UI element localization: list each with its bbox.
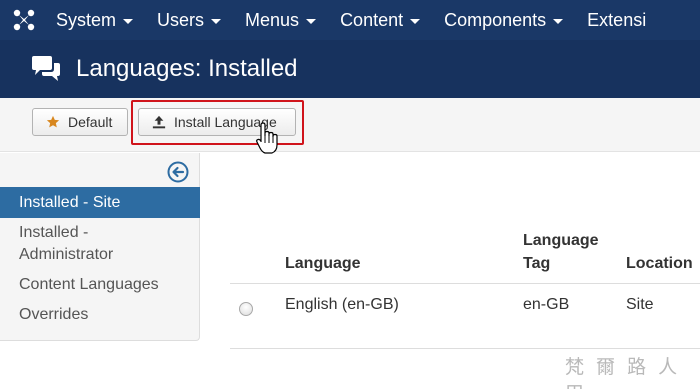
page-title: Languages: Installed bbox=[76, 55, 298, 82]
caret-down-icon bbox=[211, 18, 222, 24]
watermark: 梵 爾 路 人 甲 bbox=[565, 356, 681, 389]
default-button[interactable]: Default bbox=[32, 108, 128, 136]
nav-menu-users[interactable]: Users bbox=[145, 0, 233, 40]
sidebar-item-overrides[interactable]: Overrides bbox=[0, 300, 200, 330]
nav-menu-label: Content bbox=[340, 9, 404, 30]
sidebar-item-installed-administrator[interactable]: Installed - Administrator bbox=[0, 218, 200, 270]
sidebar-list: Installed - Site Installed - Administrat… bbox=[0, 187, 200, 330]
nav-menu-label: Menus bbox=[245, 9, 300, 30]
nav-menu-label: Components bbox=[444, 9, 547, 30]
sidebar: Installed - Site Installed - Administrat… bbox=[0, 153, 200, 341]
sidebar-item-label: Administrator bbox=[19, 246, 114, 263]
caret-down-icon bbox=[553, 18, 564, 24]
sidebar-item-label: Installed - Site bbox=[19, 194, 121, 211]
column-header-location[interactable]: Location bbox=[626, 252, 693, 275]
nav-menu-label: Users bbox=[157, 9, 205, 30]
arrow-left-circle-icon[interactable] bbox=[167, 161, 189, 183]
nav-menu-label: Extensi bbox=[587, 9, 647, 30]
hand-pointer-cursor-icon bbox=[256, 122, 278, 156]
sidebar-item-label: Content Languages bbox=[19, 276, 159, 293]
comments-icon bbox=[30, 55, 62, 83]
sidebar-item-content-languages[interactable]: Content Languages bbox=[0, 270, 200, 300]
sidebar-item-label: Overrides bbox=[19, 306, 89, 323]
table-header-divider bbox=[230, 283, 700, 284]
table-row-divider bbox=[230, 348, 700, 349]
star-icon bbox=[46, 115, 60, 129]
sidebar-item-label: Installed - bbox=[19, 224, 89, 241]
caret-down-icon bbox=[306, 18, 317, 24]
cell-language-tag: en-GB bbox=[523, 296, 570, 313]
caret-down-icon bbox=[410, 18, 421, 24]
joomla-logo-icon[interactable] bbox=[4, 0, 44, 40]
sidebar-item-installed-site[interactable]: Installed - Site bbox=[0, 187, 200, 218]
column-header-language-tag[interactable]: Language Tag bbox=[523, 229, 599, 275]
top-navbar: System Users Menus Content Components Ex… bbox=[0, 0, 700, 40]
caret-down-icon bbox=[123, 18, 134, 24]
cell-language: English (en-GB) bbox=[285, 296, 399, 313]
cell-location: Site bbox=[626, 296, 654, 313]
nav-menu-extensions[interactable]: Extensi bbox=[575, 0, 658, 40]
page-header: Languages: Installed bbox=[0, 40, 700, 98]
toolbar: Default Install Language bbox=[0, 98, 700, 152]
nav-menu-components[interactable]: Components bbox=[432, 0, 575, 40]
highlight-box bbox=[131, 100, 304, 145]
nav-menu-content[interactable]: Content bbox=[328, 0, 432, 40]
column-header-label: Language bbox=[523, 232, 599, 249]
nav-menu-system[interactable]: System bbox=[44, 0, 145, 40]
default-button-label: Default bbox=[68, 114, 113, 130]
nav-menu-menus[interactable]: Menus bbox=[233, 0, 328, 40]
nav-menu-label: System bbox=[56, 9, 117, 30]
column-header-language[interactable]: Language bbox=[285, 252, 361, 275]
row-select-radio[interactable] bbox=[239, 302, 253, 316]
column-header-label: Tag bbox=[523, 255, 551, 272]
